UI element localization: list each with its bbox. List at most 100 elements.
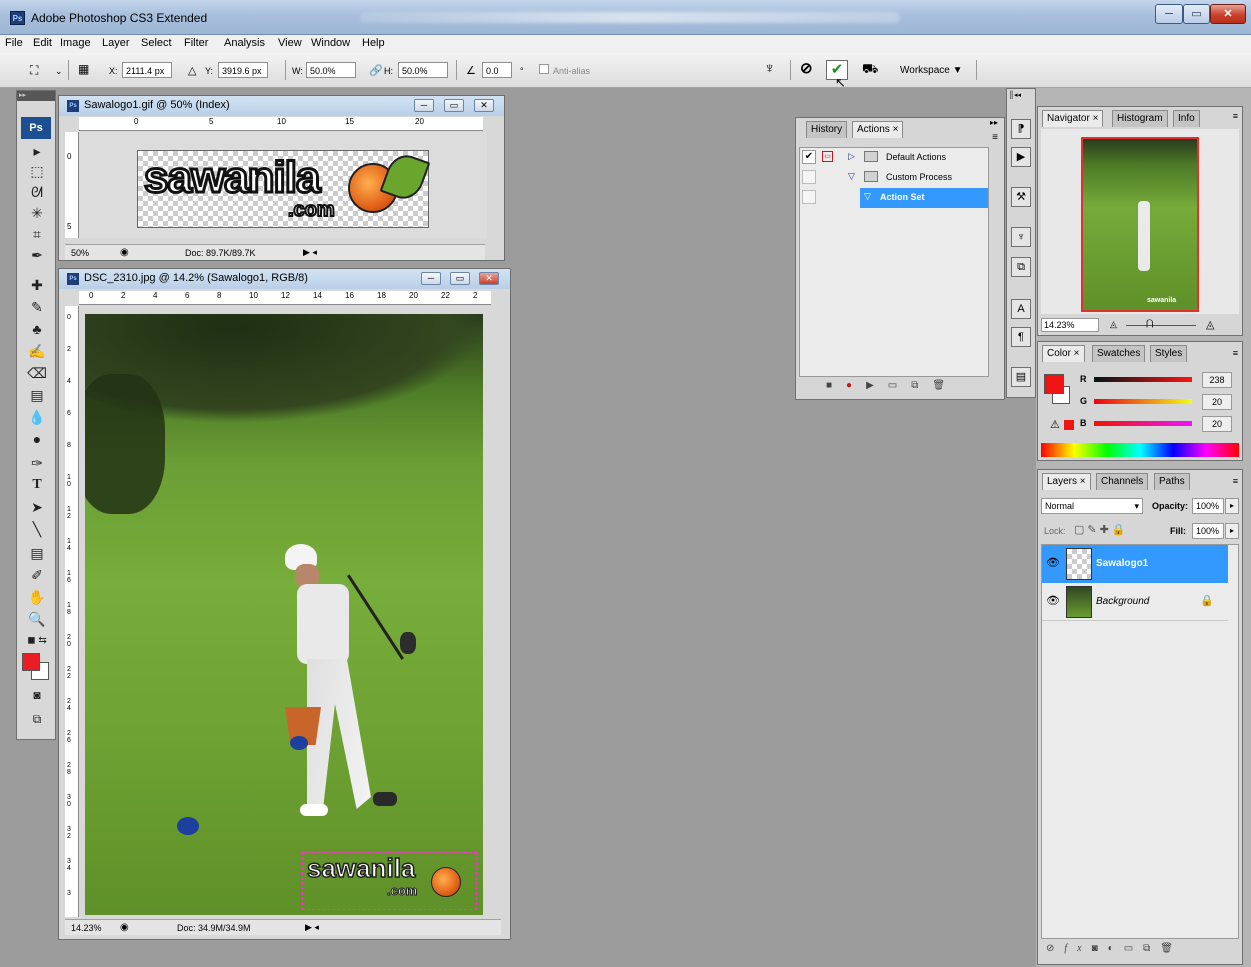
action-toggle-checkbox[interactable]: ✔ <box>802 150 816 164</box>
fx-icon[interactable]: fx <box>1064 943 1091 954</box>
photo-canvas[interactable]: sawanila .com <box>85 314 483 915</box>
document-title-bar[interactable]: Ps Sawalogo1.gif @ 50% (Index) ─ ▭ ✕ <box>59 96 504 116</box>
cancel-transform-icon[interactable]: ⊘ <box>800 59 813 77</box>
add-mask-icon[interactable]: ◙ <box>1092 943 1108 954</box>
menu-layer[interactable]: Layer <box>102 37 130 49</box>
logo-canvas[interactable]: sawanila .com <box>137 149 431 228</box>
zoom-level[interactable]: 14.23% <box>71 923 102 933</box>
reference-point-icon[interactable]: ▦ <box>78 62 89 76</box>
menu-file[interactable]: File <box>5 37 23 49</box>
info-panel-icon[interactable]: ▤ <box>1011 367 1031 387</box>
foreground-color-swatch[interactable] <box>1044 374 1064 394</box>
clone-stamp-icon[interactable]: ♣ <box>23 319 51 339</box>
zoom-slider[interactable] <box>1126 325 1196 326</box>
eyedropper-icon[interactable]: ✐ <box>23 565 51 585</box>
angle-field[interactable]: 0.0 <box>482 62 512 78</box>
gamut-color-swatch[interactable] <box>1064 420 1074 430</box>
menu-view[interactable]: View <box>278 37 302 49</box>
default-colors-icon[interactable]: ◼ ⇆ <box>23 631 51 651</box>
link-layers-icon[interactable]: ⊘ <box>1046 943 1064 954</box>
menu-analysis[interactable]: Analysis <box>224 37 265 49</box>
panel-menu-icon[interactable]: ≡ <box>1233 348 1238 358</box>
menu-window[interactable]: Window <box>311 37 350 49</box>
warp-mode-icon[interactable]: ♆ <box>764 60 775 77</box>
y-field[interactable]: 3919.6 px <box>218 62 268 78</box>
panel-menu-icon[interactable]: ≡ <box>992 132 998 143</box>
record-icon[interactable]: ● <box>846 380 866 391</box>
dialog-toggle-icon[interactable]: ▭ <box>822 151 833 162</box>
maximize-button[interactable]: ▭ <box>1183 4 1210 24</box>
document-title-bar[interactable]: Ps DSC_2310.jpg @ 14.2% (Sawalogo1, RGB/… <box>59 269 510 289</box>
tab-navigator[interactable]: Navigator × <box>1042 110 1104 127</box>
transform-tool-icon[interactable]: ⛶ <box>30 63 38 78</box>
doc-close-button[interactable]: ✕ <box>479 272 499 285</box>
dodge-tool-icon[interactable]: ● <box>23 429 51 449</box>
x-field[interactable]: 2111.4 px <box>122 62 172 78</box>
blue-slider[interactable] <box>1094 421 1192 426</box>
play-icon[interactable]: ▶ <box>866 380 888 391</box>
zoom-level[interactable]: 50% <box>71 248 89 258</box>
brushes-panel-icon[interactable]: ⁋ <box>1011 119 1031 139</box>
layer-row-sawalogo1[interactable]: 👁 Sawalogo1 <box>1042 545 1228 583</box>
status-menu-icon[interactable]: ◉ <box>120 922 129 933</box>
minimize-button[interactable]: ─ <box>1155 4 1183 24</box>
status-arrow-icon[interactable]: ▶ ◂ <box>303 247 317 258</box>
tab-channels[interactable]: Channels <box>1096 473 1149 490</box>
antialias-checkbox[interactable] <box>539 64 549 74</box>
status-menu-icon[interactable]: ◉ <box>120 247 129 258</box>
blend-mode-select[interactable]: Normal ▾ <box>1041 498 1143 514</box>
tab-swatches[interactable]: Swatches <box>1092 345 1146 362</box>
history-brush-icon[interactable]: ✍ <box>23 341 51 361</box>
paragraph-panel-icon[interactable]: ¶ <box>1011 327 1031 347</box>
marquee-tool-icon[interactable]: ⬚ <box>23 161 51 181</box>
green-slider[interactable] <box>1094 399 1192 404</box>
fill-arrow-icon[interactable]: ▸ <box>1225 523 1239 539</box>
new-layer-icon[interactable]: ⧉ <box>1143 943 1160 954</box>
bridge-icon[interactable]: ⛟ <box>862 61 878 79</box>
panel-menu-icon[interactable]: ≡ <box>1233 111 1238 121</box>
menu-edit[interactable]: Edit <box>33 37 52 49</box>
fill-field[interactable]: 100% <box>1192 523 1224 539</box>
healing-brush-icon[interactable]: ✚ <box>23 275 51 295</box>
toolbox-header[interactable]: ▸▸ <box>17 91 55 101</box>
new-set-icon[interactable]: ▭ <box>888 380 911 391</box>
ps-logo[interactable]: Ps <box>21 117 51 139</box>
red-slider[interactable] <box>1094 377 1192 382</box>
opacity-field[interactable]: 100% <box>1192 498 1224 514</box>
status-arrow-icon[interactable]: ▶ ◂ <box>305 922 319 933</box>
gamut-warning-icon[interactable]: ⚠ <box>1050 418 1060 431</box>
opacity-arrow-icon[interactable]: ▸ <box>1225 498 1239 514</box>
relative-position-icon[interactable]: △ <box>188 64 196 77</box>
workspace-menu[interactable]: Workspace ▼ <box>900 65 963 76</box>
red-field[interactable]: 238 <box>1202 372 1232 388</box>
action-row-selected[interactable]: ▽ Action Set <box>800 188 988 208</box>
doc-minimize-button[interactable]: ─ <box>414 99 434 112</box>
zoom-slider-thumb[interactable]: ⋂ <box>1146 318 1153 329</box>
crop-tool-icon[interactable]: ⌗ <box>23 224 51 244</box>
navigator-thumbnail[interactable]: sawanila <box>1081 137 1199 312</box>
width-field[interactable]: 50.0% <box>306 62 356 78</box>
stop-icon[interactable]: ■ <box>826 380 846 391</box>
eye-visibility-icon[interactable]: 👁 <box>1046 594 1060 607</box>
doc-maximize-button[interactable]: ▭ <box>450 272 470 285</box>
character-panel-icon[interactable]: A <box>1011 299 1031 319</box>
adjustment-layer-icon[interactable]: ◐ <box>1108 943 1124 954</box>
tab-actions[interactable]: Actions × <box>852 121 904 138</box>
doc-close-button[interactable]: ✕ <box>474 99 494 112</box>
layer-comps-icon[interactable]: ⧉ <box>1011 257 1031 277</box>
delete-icon[interactable]: 🗑 <box>932 380 959 391</box>
zoom-out-icon[interactable]: ◬ <box>1110 319 1117 330</box>
path-select-icon[interactable]: ➤ <box>23 497 51 517</box>
panel-collapse-icon[interactable]: ▸▸ <box>990 118 998 127</box>
menu-help[interactable]: Help <box>362 37 385 49</box>
height-field[interactable]: 50.0% <box>398 62 448 78</box>
type-tool-icon[interactable]: T <box>23 475 51 495</box>
lasso-tool-icon[interactable]: ᘛ <box>23 182 51 202</box>
tab-layers[interactable]: Layers × <box>1042 473 1091 490</box>
eraser-icon[interactable]: ⌫ <box>23 363 51 383</box>
navigator-zoom-field[interactable]: 14.23% <box>1041 318 1099 332</box>
menu-select[interactable]: Select <box>141 37 172 49</box>
pen-tool-icon[interactable]: ✑ <box>23 453 51 473</box>
expand-triangle-icon[interactable]: ▷ <box>848 151 855 162</box>
notes-tool-icon[interactable]: ▤ <box>23 543 51 563</box>
